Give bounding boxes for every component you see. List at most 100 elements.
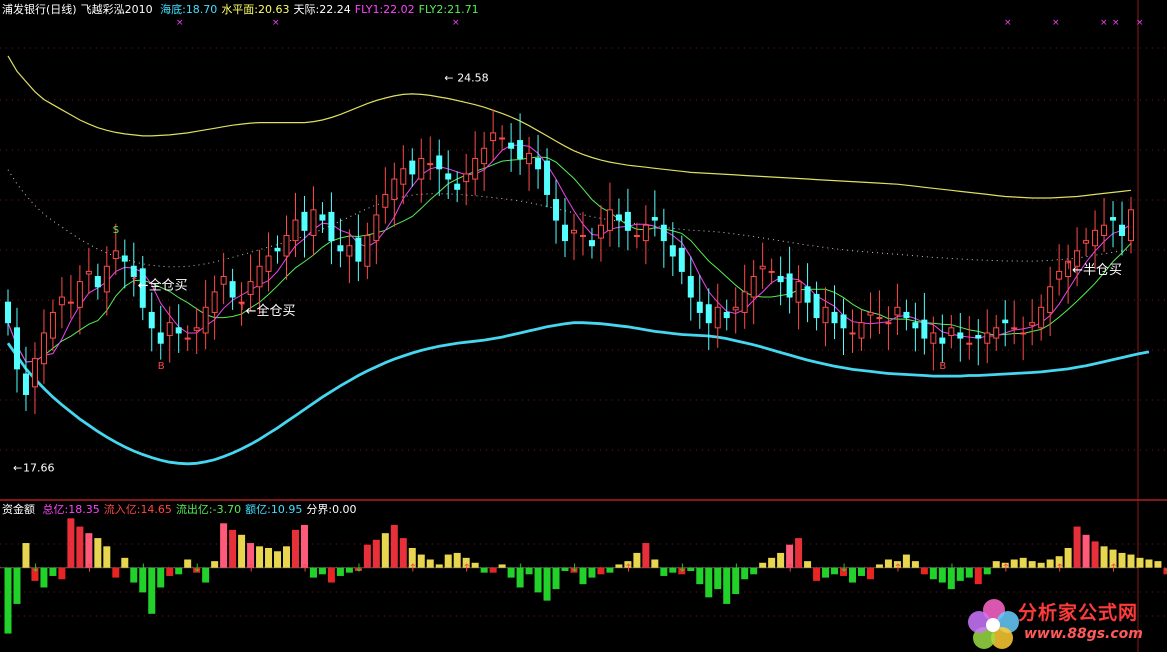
flow-bar-107 xyxy=(965,567,973,578)
value-2: 天际: xyxy=(293,3,320,16)
stock-title: 浦发银行(日线) xyxy=(2,3,77,16)
flow-bar-55 xyxy=(498,564,506,568)
flow-bar-18 xyxy=(166,567,174,576)
flow-bar-28 xyxy=(256,546,264,568)
flow-bar-83 xyxy=(750,567,758,575)
top-x-mark-3: × xyxy=(1004,18,1012,28)
flow-arrow-75: ↓ xyxy=(678,562,687,575)
candle-body xyxy=(687,276,694,298)
candle-70 xyxy=(633,222,640,249)
candle-body xyxy=(588,240,595,247)
candle-43 xyxy=(391,162,398,227)
value-num-3: 22.02 xyxy=(383,3,415,16)
flow-bar-11 xyxy=(103,546,111,568)
candle-body xyxy=(804,286,811,303)
flow-bar-10 xyxy=(94,538,102,568)
flow-bar-35 xyxy=(318,567,326,575)
mark-b-0: B xyxy=(158,361,165,372)
candle-body xyxy=(436,155,443,170)
flow-bar-59 xyxy=(534,567,542,593)
flow-arrow-51: ↑ xyxy=(462,562,471,575)
flow-bar-7 xyxy=(67,518,75,568)
flow-bar-76 xyxy=(687,567,695,572)
candle-63 xyxy=(570,213,577,261)
candle-76 xyxy=(687,256,694,321)
flow-bar-103 xyxy=(929,567,937,580)
candle-body xyxy=(247,281,254,295)
candle-body xyxy=(984,332,991,344)
flow-bar-41 xyxy=(372,539,380,568)
flow-arrow-69: ↑ xyxy=(624,562,633,575)
main-panel-header: 浦发银行(日线) 飞越彩泓2010 海底:18.70 水平面:20.63 天际:22.… xyxy=(2,3,487,17)
flow-bar-116 xyxy=(1046,559,1054,568)
value-num-0: 18.35 xyxy=(68,503,100,516)
price-high-label: 24.58 xyxy=(457,72,489,85)
candle-body xyxy=(67,301,74,304)
flow-bar-101 xyxy=(911,561,919,568)
candle-58 xyxy=(526,136,533,191)
candle-body xyxy=(741,291,748,313)
candle-73 xyxy=(660,208,667,268)
candle-body xyxy=(885,322,892,325)
candle-body xyxy=(373,214,380,242)
candle-body xyxy=(427,163,434,166)
flow-bar-4 xyxy=(40,567,48,588)
candle-body xyxy=(1092,229,1099,247)
candle-body xyxy=(5,301,11,324)
candle-body xyxy=(454,183,461,190)
flow-arrow-111: ↑ xyxy=(1001,562,1010,575)
flow-bar-106 xyxy=(956,567,964,581)
top-x-mark-1: × xyxy=(272,18,280,28)
candle-body xyxy=(526,152,533,165)
candle-86 xyxy=(777,256,784,306)
candle-body xyxy=(400,168,407,185)
candle-body xyxy=(732,306,739,311)
candle-110 xyxy=(993,315,1000,351)
top-x-mark-2: × xyxy=(452,18,460,28)
candle-104 xyxy=(939,314,946,364)
candle-body xyxy=(867,311,874,316)
flow-bar-84 xyxy=(759,562,767,568)
candle-body xyxy=(1083,240,1090,244)
flow-arrow-57: ↓ xyxy=(516,562,525,575)
candle-62 xyxy=(562,198,569,258)
flow-bar-53 xyxy=(480,567,488,573)
value-0: 海底: xyxy=(160,3,186,16)
flow-arrow-63: ↓ xyxy=(570,562,579,575)
candle-body xyxy=(1119,224,1126,236)
flow-bar-54 xyxy=(489,567,497,573)
watermark-title: 分析家公式网 xyxy=(1018,602,1139,624)
flow-bar-34 xyxy=(309,567,317,578)
candle-body xyxy=(31,358,38,388)
flow-bar-77 xyxy=(696,567,704,585)
flow-bar-122 xyxy=(1100,546,1108,568)
flow-bar-26 xyxy=(238,534,246,568)
flow-bar-19 xyxy=(175,567,183,575)
candle-69 xyxy=(624,188,631,251)
candle-body xyxy=(562,224,569,242)
flow-bar-82 xyxy=(741,567,749,580)
flow-bar-49 xyxy=(444,554,452,568)
flow-bar-94 xyxy=(848,567,856,583)
flow-bar-32 xyxy=(291,529,299,568)
flow-bar-56 xyxy=(507,567,515,578)
flow-bar-108 xyxy=(974,567,982,585)
stock-chart[interactable]: ↑←全仓买↑←全仓买↑←半仓买SBB24.58←17.66←××××××××× … xyxy=(0,0,1167,652)
flow-bar-47 xyxy=(426,559,434,568)
candle-120 xyxy=(1083,227,1090,256)
flow-bar-91 xyxy=(822,567,830,578)
flow-bar-126 xyxy=(1136,557,1144,568)
value-num-0: 18.70 xyxy=(185,3,218,16)
candle-117 xyxy=(1056,244,1063,296)
value-num-4: 0.00 xyxy=(332,503,357,516)
candle-101 xyxy=(912,302,919,352)
flow-bar-121 xyxy=(1091,541,1099,568)
mark-b-1: B xyxy=(939,361,946,372)
flow-bar-1 xyxy=(13,567,21,604)
candle-body xyxy=(517,140,524,160)
flow-arrow-33: ↑ xyxy=(300,562,309,575)
top-x-mark-7: × xyxy=(1136,18,1144,28)
candle-99 xyxy=(894,283,901,336)
flow-bar-100 xyxy=(902,554,910,568)
flow-bar-65 xyxy=(588,567,596,578)
